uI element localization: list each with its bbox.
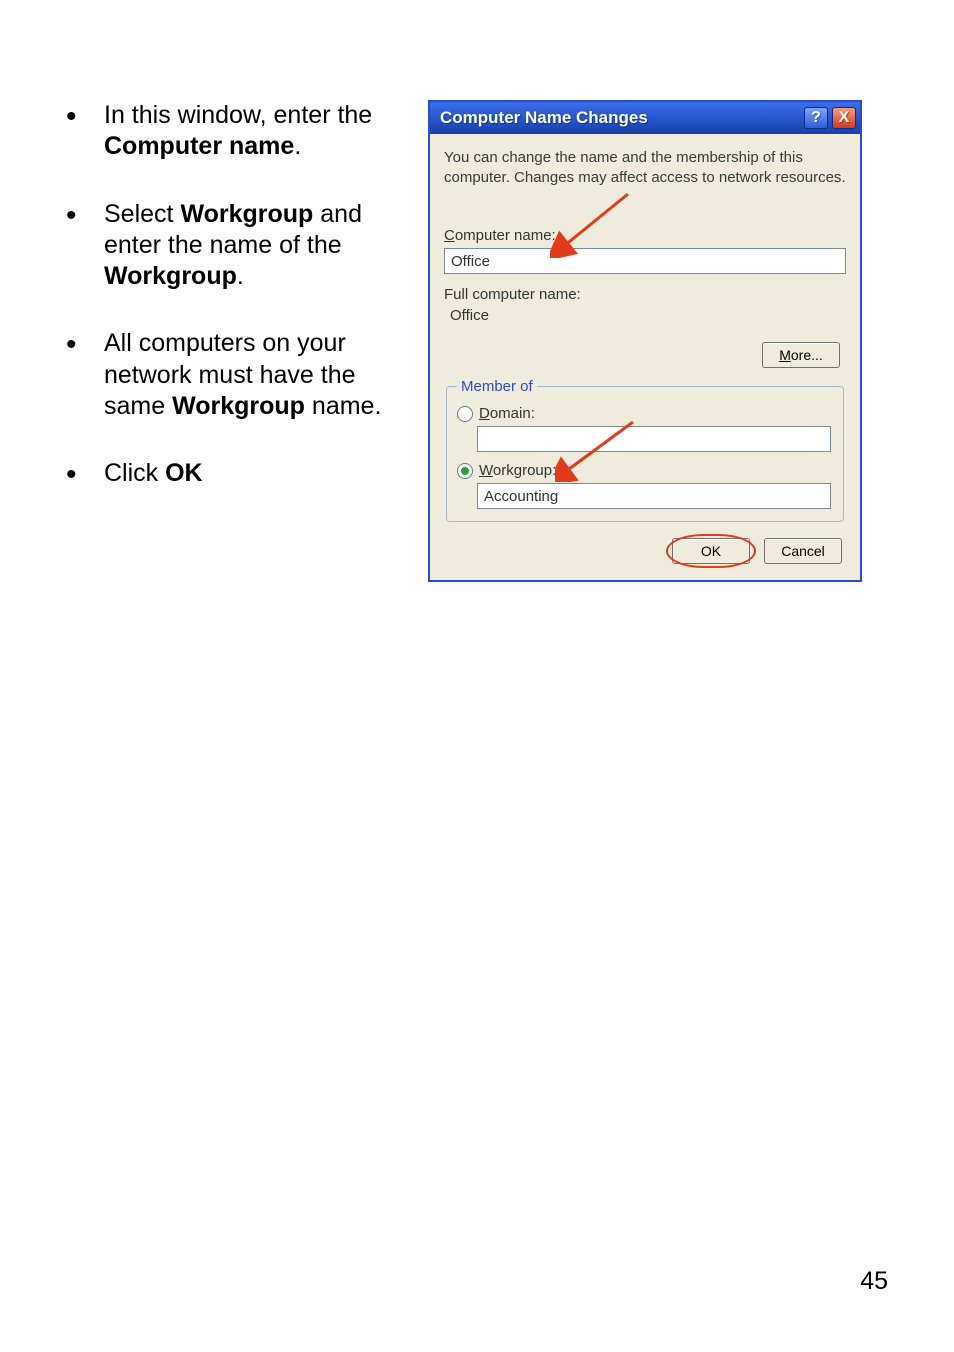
domain-label: Domain: bbox=[479, 405, 535, 422]
text: name. bbox=[305, 392, 381, 420]
instruction-item-3: All computers on your network must have … bbox=[60, 328, 400, 422]
text-bold: Workgroup bbox=[104, 262, 237, 290]
text: . bbox=[237, 262, 244, 290]
more-button[interactable]: More... bbox=[762, 342, 840, 368]
text: . bbox=[294, 132, 301, 160]
workgroup-input[interactable] bbox=[477, 483, 831, 509]
member-of-legend: Member of bbox=[457, 378, 537, 395]
domain-input[interactable] bbox=[477, 426, 831, 452]
instruction-item-1: In this window, enter the Computer name. bbox=[60, 100, 400, 163]
instruction-item-4: Click OK bbox=[60, 458, 400, 489]
close-icon: X bbox=[839, 109, 850, 127]
computer-name-input[interactable] bbox=[444, 248, 846, 274]
instructions-text: In this window, enter the Computer name.… bbox=[60, 100, 400, 525]
text-bold: Workgroup bbox=[172, 392, 305, 420]
dialog-description: You can change the name and the membersh… bbox=[444, 148, 846, 187]
text: In this window, enter the bbox=[104, 101, 372, 129]
ok-button[interactable]: OK bbox=[672, 538, 750, 564]
full-computer-name-value: Office bbox=[444, 307, 846, 324]
cancel-button[interactable]: Cancel bbox=[764, 538, 842, 564]
dialog-titlebar: Computer Name Changes ? X bbox=[430, 102, 860, 134]
help-button[interactable]: ? bbox=[804, 107, 828, 129]
full-computer-name-label: Full computer name: bbox=[444, 286, 846, 303]
close-button[interactable]: X bbox=[832, 107, 856, 129]
text-bold: Workgroup bbox=[180, 200, 313, 228]
computer-name-label: Computer name: bbox=[444, 227, 846, 244]
computer-name-changes-dialog: Computer Name Changes ? X You can change… bbox=[428, 100, 862, 582]
text-bold: Computer name bbox=[104, 132, 294, 160]
text: Click bbox=[104, 459, 165, 487]
instruction-item-2: Select Workgroup and enter the name of t… bbox=[60, 199, 400, 293]
domain-radio-row: Domain: bbox=[457, 405, 833, 422]
workgroup-radio-row: Workgroup: bbox=[457, 462, 833, 479]
text: Select bbox=[104, 200, 180, 228]
dialog-title: Computer Name Changes bbox=[440, 108, 648, 128]
workgroup-radio[interactable] bbox=[457, 463, 473, 479]
domain-radio[interactable] bbox=[457, 406, 473, 422]
help-icon: ? bbox=[811, 109, 821, 127]
dialog-screenshot: Computer Name Changes ? X You can change… bbox=[428, 100, 858, 582]
member-of-group: Member of Domain: bbox=[446, 378, 844, 522]
text-bold: OK bbox=[165, 459, 203, 487]
page-number: 45 bbox=[860, 1267, 888, 1296]
workgroup-label: Workgroup: bbox=[479, 462, 556, 479]
